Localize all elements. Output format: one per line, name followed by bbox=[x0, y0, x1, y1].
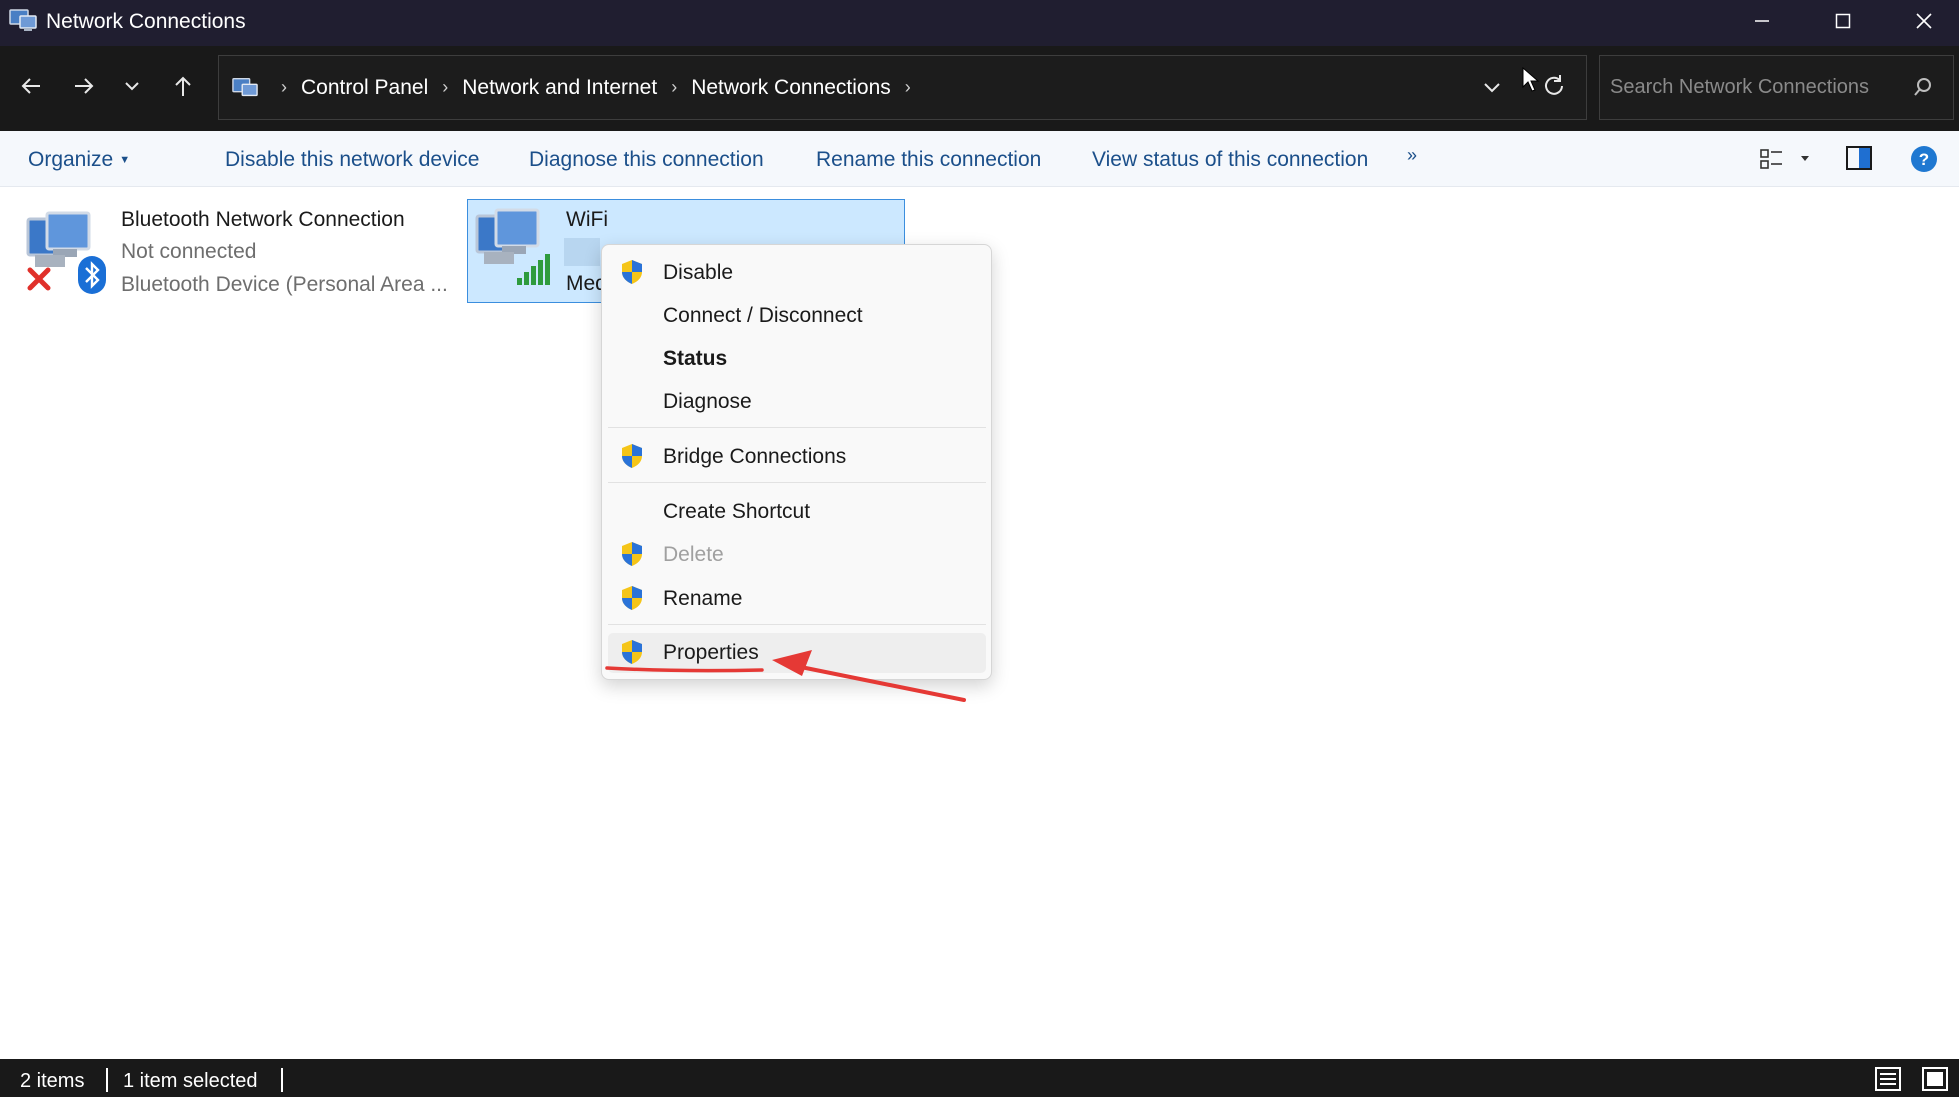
search-input[interactable] bbox=[1610, 72, 1900, 102]
shield-icon bbox=[622, 640, 642, 664]
selection-count: 1 item selected bbox=[123, 1070, 258, 1092]
command-bar: Organize ▼ Disable this network device Di… bbox=[0, 131, 1959, 187]
shield-icon bbox=[622, 260, 642, 284]
connection-device: Bluetooth Device (Personal Area ... bbox=[121, 273, 448, 296]
menu-item-label: Connect / Disconnect bbox=[663, 304, 863, 327]
connection-name: WiFi bbox=[566, 208, 608, 231]
menu-item-label: Rename bbox=[663, 587, 743, 610]
details-view-icon[interactable] bbox=[1875, 1067, 1901, 1091]
minimize-icon bbox=[1755, 20, 1769, 22]
chevron-right-icon: › bbox=[281, 77, 287, 97]
title-bar: Network Connections bbox=[0, 0, 1959, 46]
menu-item-label: Properties bbox=[663, 641, 759, 664]
menu-separator bbox=[608, 482, 986, 483]
network-connections-icon bbox=[232, 77, 258, 96]
back-icon bbox=[21, 78, 40, 94]
menu-item-connect-disconnect[interactable]: Connect / Disconnect bbox=[608, 296, 986, 336]
disconnected-x-icon bbox=[27, 267, 51, 291]
menu-separator bbox=[608, 427, 986, 428]
menu-item-create-shortcut[interactable]: Create Shortcut bbox=[608, 492, 986, 532]
status-bar: 2 items 1 item selected bbox=[0, 1059, 1959, 1097]
diagnose-command[interactable]: Diagnose this connection bbox=[529, 148, 764, 172]
shield-icon bbox=[622, 444, 642, 468]
recent-locations-button[interactable] bbox=[112, 66, 152, 106]
view-status-command[interactable]: View status of this connection bbox=[1092, 148, 1368, 172]
back-button[interactable] bbox=[11, 66, 51, 106]
shield-icon bbox=[622, 586, 642, 610]
menu-item-status[interactable]: Status bbox=[608, 339, 986, 379]
menu-item-rename[interactable]: Rename bbox=[608, 579, 986, 619]
more-commands-button[interactable]: » bbox=[1407, 145, 1417, 166]
refresh-icon[interactable] bbox=[1541, 73, 1567, 99]
chevron-right-icon[interactable]: › bbox=[442, 77, 448, 98]
chevron-right-icon[interactable]: › bbox=[905, 77, 911, 98]
help-icon[interactable]: ? bbox=[1910, 145, 1938, 173]
menu-item-properties[interactable]: Properties bbox=[608, 633, 986, 673]
bluetooth-connection-item[interactable]: Bluetooth Network Connection Not connect… bbox=[25, 205, 448, 305]
status-divider bbox=[106, 1068, 108, 1092]
menu-item-label: Bridge Connections bbox=[663, 445, 847, 468]
close-button[interactable] bbox=[1884, 0, 1959, 42]
organize-label: Organize bbox=[28, 148, 114, 171]
redacted-ssid bbox=[564, 238, 600, 266]
menu-item-label: Disable bbox=[663, 261, 734, 284]
forward-button[interactable] bbox=[64, 66, 104, 106]
menu-item-disable[interactable]: Disable bbox=[608, 253, 986, 293]
forward-icon bbox=[75, 78, 94, 94]
up-button[interactable] bbox=[163, 66, 203, 106]
chevron-right-icon[interactable]: › bbox=[671, 77, 677, 98]
disable-device-command[interactable]: Disable this network device bbox=[225, 148, 479, 172]
search-box[interactable] bbox=[1599, 55, 1954, 120]
menu-item-diagnose[interactable]: Diagnose bbox=[608, 382, 986, 422]
menu-item-bridge-connections[interactable]: Bridge Connections bbox=[608, 437, 986, 477]
shield-icon bbox=[622, 542, 642, 566]
search-icon[interactable] bbox=[1912, 76, 1934, 98]
minimize-button[interactable] bbox=[1722, 0, 1802, 42]
network-connections-icon bbox=[9, 9, 37, 31]
layout-icon[interactable] bbox=[1760, 148, 1784, 170]
item-count: 2 items bbox=[20, 1070, 85, 1092]
svg-text:?: ? bbox=[1919, 150, 1929, 169]
recent-icon bbox=[125, 82, 139, 91]
large-icons-view-icon[interactable] bbox=[1922, 1067, 1948, 1091]
address-bar[interactable]: › Control Panel › Network and Internet ›… bbox=[218, 55, 1587, 120]
organize-menu[interactable]: Organize ▼ bbox=[28, 148, 130, 172]
maximize-button[interactable] bbox=[1803, 0, 1883, 42]
up-icon bbox=[175, 76, 191, 96]
breadcrumb-network-and-internet[interactable]: Network and Internet bbox=[462, 76, 657, 100]
caret-down-icon[interactable] bbox=[1800, 155, 1810, 163]
connection-name: Bluetooth Network Connection bbox=[121, 208, 405, 231]
menu-item-label: Delete bbox=[663, 543, 724, 566]
wifi-signal-icon bbox=[517, 254, 550, 285]
window-title: Network Connections bbox=[46, 10, 246, 33]
bluetooth-icon bbox=[78, 256, 106, 294]
context-menu: Disable Connect / Disconnect Status Diag… bbox=[601, 244, 992, 680]
breadcrumb: › Control Panel › Network and Internet ›… bbox=[231, 56, 925, 119]
caret-down-icon: ▼ bbox=[119, 154, 131, 167]
maximize-icon bbox=[1835, 13, 1851, 29]
menu-item-label: Diagnose bbox=[663, 390, 752, 413]
close-icon bbox=[1916, 13, 1932, 29]
breadcrumb-control-panel[interactable]: Control Panel bbox=[301, 76, 428, 100]
menu-item-label: Status bbox=[663, 347, 728, 370]
menu-separator bbox=[608, 624, 986, 625]
mouse-cursor-icon bbox=[1522, 67, 1540, 92]
preview-pane-icon[interactable] bbox=[1846, 146, 1872, 170]
menu-item-delete[interactable]: Delete bbox=[608, 535, 986, 575]
menu-item-label: Create Shortcut bbox=[663, 500, 811, 523]
status-divider bbox=[281, 1068, 283, 1092]
rename-command[interactable]: Rename this connection bbox=[816, 148, 1041, 172]
breadcrumb-network-connections[interactable]: Network Connections bbox=[691, 76, 891, 100]
connection-status: Not connected bbox=[121, 240, 257, 263]
chevron-down-icon[interactable] bbox=[1483, 74, 1501, 100]
